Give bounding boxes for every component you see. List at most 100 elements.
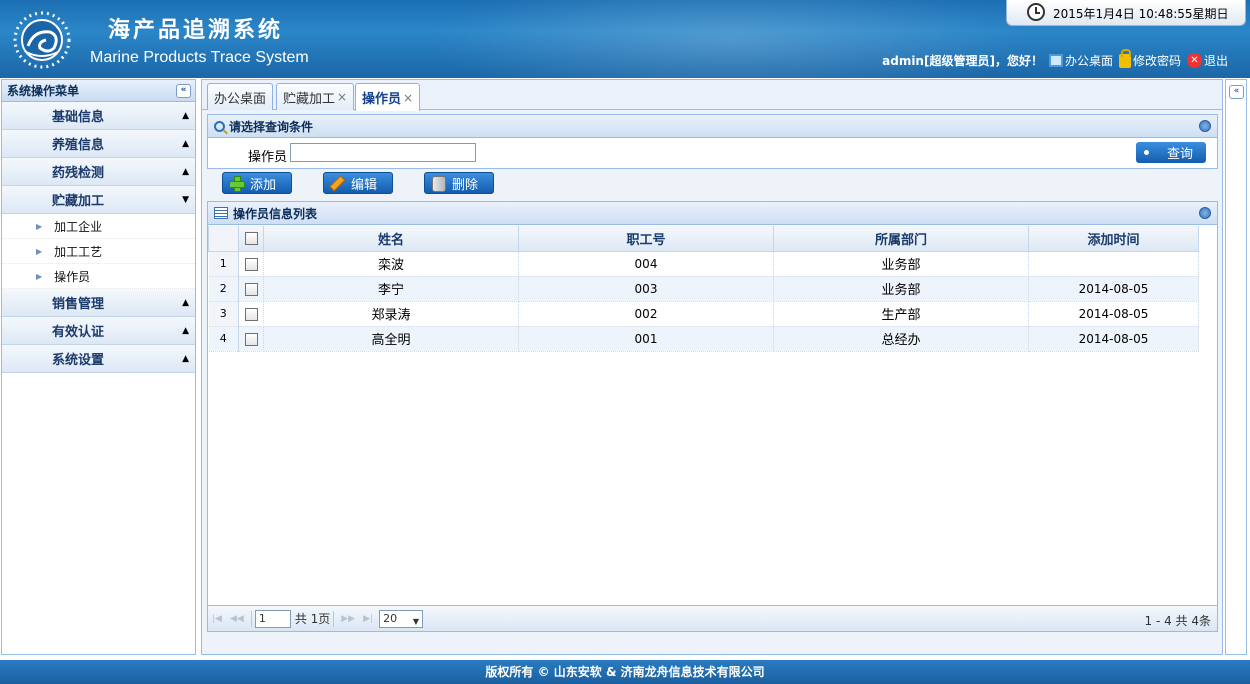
datetime-text: 2015年1月4日 10:48:55星期日 [1053, 7, 1229, 21]
menu-group-residue-test[interactable]: 药残检测 ▲ [2, 158, 195, 186]
operator-field-label: 操作员 [248, 150, 288, 165]
operator-search-input[interactable] [290, 143, 476, 162]
table-row[interactable]: 4 高全明 001 总经办 2014-08-05 [208, 326, 1199, 352]
edit-button[interactable]: 编辑 [323, 172, 393, 194]
search-button[interactable]: 查询 [1136, 142, 1206, 163]
page-size-select[interactable]: 20 [379, 609, 424, 630]
sidebar-item-processing-technique[interactable]: ▶ 加工工艺 [2, 239, 195, 264]
row-select-cell [238, 301, 264, 327]
search-button-label: 查询 [1167, 147, 1194, 162]
chevron-up-icon: ▲ [182, 166, 189, 177]
query-panel-header: 请选择查询条件 [208, 115, 1217, 138]
plus-icon [228, 175, 245, 192]
column-header-id[interactable]: 职工号 [518, 226, 774, 252]
prev-page-icon[interactable]: ◀◀ [230, 614, 244, 624]
table-row[interactable]: 2 李宁 003 业务部 2014-08-05 [208, 276, 1199, 302]
row-checkbox[interactable] [244, 332, 258, 346]
chevron-up-icon: ▲ [182, 325, 189, 336]
table-row[interactable]: 3 郑录涛 002 生产部 2014-08-05 [208, 301, 1199, 327]
last-page-icon[interactable]: ▶| [363, 614, 373, 624]
delete-button[interactable]: 删除 [424, 172, 494, 194]
first-page-icon[interactable]: |◀ [212, 614, 222, 624]
row-checkbox[interactable] [244, 257, 258, 271]
total-pages-text: 共 1页 [294, 612, 331, 626]
row-number: 4 [208, 326, 239, 352]
sidebar-item-processing-company[interactable]: ▶ 加工企业 [2, 214, 195, 239]
search-icon [214, 120, 225, 132]
tab-operator[interactable]: 操作员 × [355, 83, 421, 111]
tab-label: 贮藏加工 [283, 91, 336, 107]
app-title-cn: 海产品追溯系统 [108, 17, 284, 43]
menu-group-label: 有效认证 [52, 325, 105, 340]
sidebar: 系统操作菜单 « 基础信息 ▲ 养殖信息 ▲ 药残检测 ▲ 贮藏加工 ▼ ▶ 加… [1, 79, 196, 655]
next-page-icon[interactable]: ▶▶ [341, 614, 355, 624]
delete-button-label: 删除 [452, 177, 479, 193]
table-header-row: 姓名 职工号 所属部门 添加时间 [208, 226, 1199, 252]
menu-group-label: 药残检测 [52, 166, 105, 181]
sidebar-collapse-icon[interactable]: « [176, 83, 191, 98]
close-icon[interactable]: × [403, 91, 413, 105]
column-header-dept[interactable]: 所属部门 [773, 226, 1029, 252]
logo-icon [13, 11, 71, 69]
user-greeting: admin[超级管理员]，您好！ [882, 54, 1043, 68]
main-content: 办公桌面 贮藏加工 × 操作员 × 请选择查询条件 操作员 查询 添加 编辑 删… [201, 79, 1223, 655]
row-select-cell [238, 251, 264, 277]
collapse-panel-icon[interactable] [1199, 120, 1211, 132]
add-button[interactable]: 添加 [222, 172, 292, 194]
triangle-right-icon: ▶ [36, 271, 43, 281]
close-circle-icon: ✕ [1186, 53, 1202, 68]
tab-label: 办公桌面 [214, 91, 267, 107]
close-icon[interactable]: × [337, 90, 347, 104]
cell-name: 郑录涛 [263, 301, 519, 327]
row-checkbox[interactable] [244, 282, 258, 296]
datetime-display: 2015年1月4日 10:48:55星期日 [1006, 0, 1246, 26]
column-header-name[interactable]: 姓名 [263, 226, 519, 252]
page-number-input[interactable]: 1 [254, 609, 291, 628]
table-row[interactable]: 1 栾波 004 业务部 [208, 251, 1199, 277]
select-all-checkbox[interactable] [244, 231, 258, 245]
sidebar-item-label: 加工工艺 [54, 244, 103, 259]
clock-icon [1027, 3, 1045, 21]
cell-date: 2014-08-05 [1028, 276, 1199, 302]
app-title-en: Marine Products Trace System [90, 49, 309, 66]
menu-group-basic-info[interactable]: 基础信息 ▲ [2, 102, 195, 130]
desktop-icon [1048, 54, 1063, 67]
change-password-label: 修改密码 [1132, 54, 1181, 68]
sidebar-header: 系统操作菜单 « [2, 80, 195, 102]
cell-dept: 总经办 [773, 326, 1029, 352]
menu-group-label: 系统设置 [52, 353, 105, 368]
trash-icon [430, 175, 446, 192]
desktop-link[interactable]: 办公桌面 [1048, 52, 1113, 69]
cell-date [1028, 251, 1199, 277]
collapse-panel-icon[interactable] [1199, 207, 1211, 219]
row-checkbox[interactable] [244, 307, 258, 321]
sidebar-item-operator[interactable]: ▶ 操作员 [2, 264, 195, 289]
logout-link[interactable]: ✕ 退出 [1186, 52, 1228, 69]
bullet-icon [1144, 150, 1149, 155]
tab-desktop[interactable]: 办公桌面 [207, 83, 274, 110]
tab-storage-processing[interactable]: 贮藏加工 × [276, 83, 355, 110]
sidebar-item-label: 操作员 [54, 269, 91, 284]
expand-panel-icon[interactable]: « [1229, 85, 1244, 99]
edit-button-label: 编辑 [351, 177, 378, 193]
menu-group-system-settings[interactable]: 系统设置 ▲ [2, 345, 195, 373]
cell-dept: 生产部 [773, 301, 1029, 327]
query-panel: 请选择查询条件 操作员 查询 [207, 114, 1218, 169]
chevron-up-icon: ▲ [182, 353, 189, 364]
menu-group-sales[interactable]: 销售管理 ▲ [2, 289, 195, 317]
chevron-up-icon: ▲ [182, 110, 189, 121]
menu-group-certification[interactable]: 有效认证 ▲ [2, 317, 195, 345]
operator-table: 姓名 职工号 所属部门 添加时间 1 栾波 004 业务部 2 李宁 003 业… [208, 226, 1199, 352]
menu-group-label: 销售管理 [52, 297, 105, 312]
change-password-link[interactable]: 修改密码 [1118, 48, 1181, 69]
menu-group-label: 贮藏加工 [52, 194, 105, 209]
menu-group-breeding-info[interactable]: 养殖信息 ▲ [2, 130, 195, 158]
cell-dept: 业务部 [773, 251, 1029, 277]
column-header-date[interactable]: 添加时间 [1028, 226, 1199, 252]
menu-group-storage-processing[interactable]: 贮藏加工 ▼ [2, 186, 195, 214]
right-collapsed-panel: « [1225, 79, 1247, 655]
cell-name: 栾波 [263, 251, 519, 277]
footer: 版权所有 © 山东安软 & 济南龙舟信息技术有限公司 [0, 660, 1250, 684]
row-select-cell [238, 326, 264, 352]
menu-group-label: 基础信息 [52, 110, 105, 125]
